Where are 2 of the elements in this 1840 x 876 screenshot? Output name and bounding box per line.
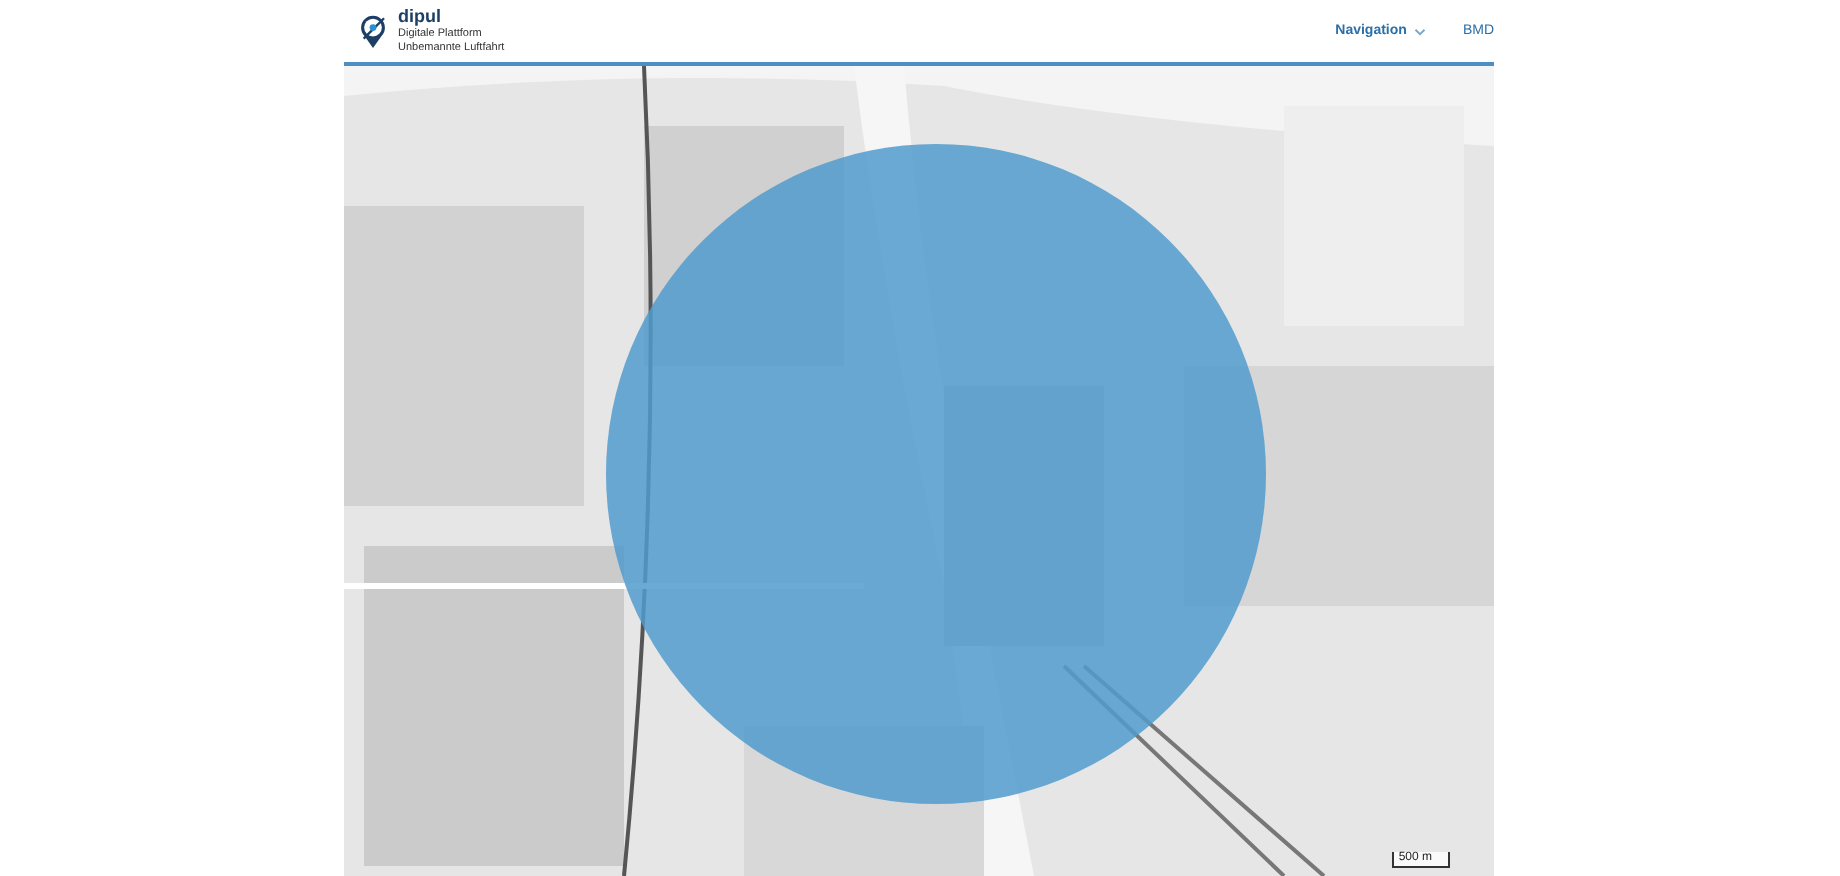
logo-icon[interactable] (356, 12, 390, 50)
brand-name: dipul (398, 8, 443, 27)
